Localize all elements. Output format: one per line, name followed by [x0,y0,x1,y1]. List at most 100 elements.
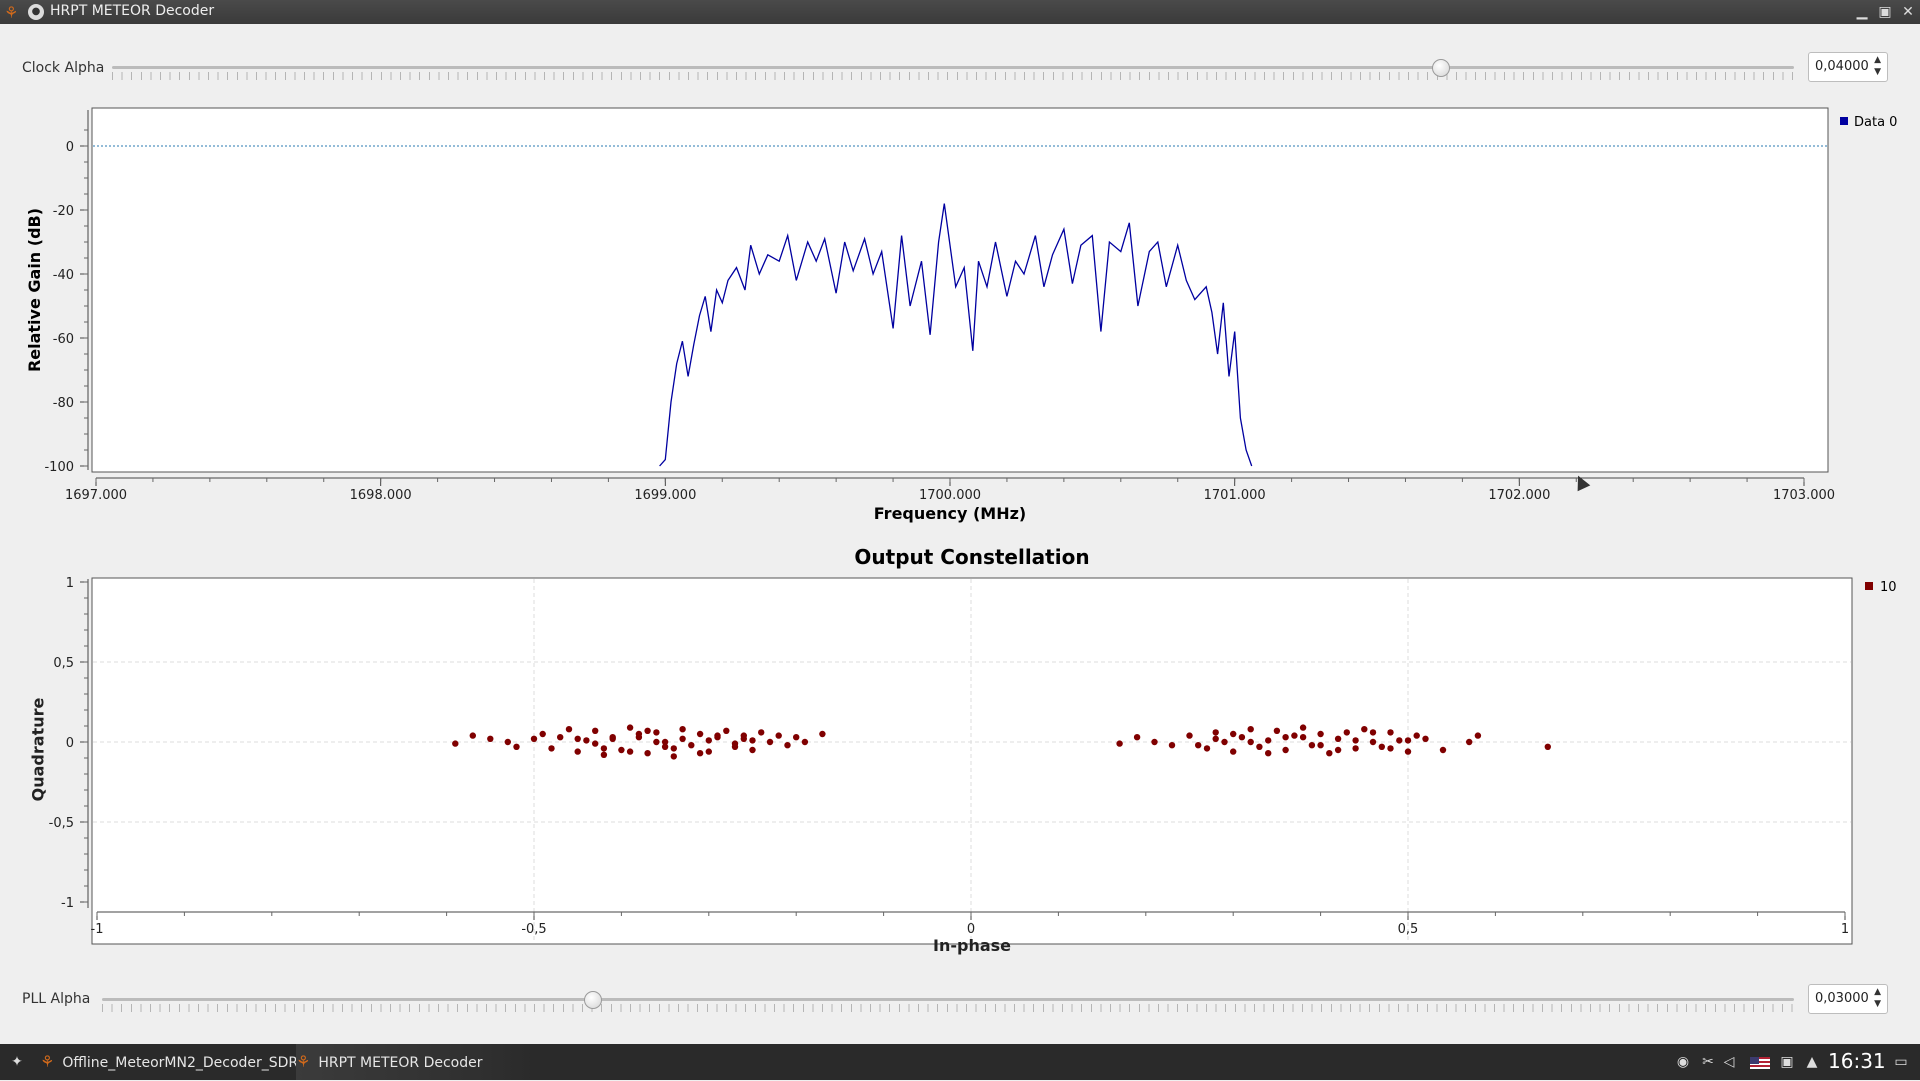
minimize-icon[interactable]: ▁ [1852,2,1872,22]
legend-label-data0[interactable]: Data 0 [1854,115,1897,130]
taskbar-clock[interactable]: 16:31 [1828,1049,1886,1073]
show-desktop-icon[interactable]: ▭ [1892,1053,1910,1071]
constellation-point [1151,738,1158,746]
app-launcher-icon[interactable]: ✦ [8,1053,26,1071]
tray-expand-icon[interactable]: ▲ [1803,1053,1821,1071]
constellation-point [1404,748,1412,755]
constellation-y-tick-label: 0,5 [53,656,74,671]
constellation-point [784,742,791,749]
constellation-point [1195,742,1202,749]
constellation-point [1334,735,1342,742]
constellation-point [723,727,730,734]
clipboard-scissors-icon[interactable]: ✂ [1699,1053,1717,1071]
constellation-point [1168,742,1176,749]
window-menu-icon[interactable]: ● [28,4,44,20]
task-hrpt-decoder[interactable]: ⚘ HRPT METEOR Decoder [296,1044,536,1080]
spectrum-y-tick-label: -40 [53,268,74,283]
constellation-point [714,732,721,739]
frequency-spectrum-plot[interactable]: 0 -20 -40 -60 -80 -100 1697.000 1698.000 1699.00… [0,96,1920,536]
close-icon[interactable]: ✕ [1898,2,1918,22]
spectrum-x-tick-label: 1703.000 [1773,488,1835,503]
constellation-point [592,727,599,734]
constellation-y-tick-label: -0,5 [49,816,74,831]
spectrum-x-tick-label: 1699.000 [634,488,696,503]
constellation-point [1282,734,1289,741]
constellation-point [1203,745,1211,752]
constellation-point [1247,726,1254,733]
constellation-point [1343,729,1351,736]
pll-alpha-value: 0,03000 [1815,991,1869,1006]
constellation-point [1186,732,1193,739]
clock-alpha-spinbox[interactable]: 0,04000 ▲ ▼ [1808,52,1888,82]
clock-alpha-slider-handle[interactable] [1431,59,1450,77]
constellation-point [1404,737,1412,744]
constellation-point [513,743,520,750]
pll-alpha-slider-ticks [102,1004,1794,1012]
constellation-point [1387,729,1394,736]
taskbar: ✦ ⚘ Offline_MeteorMN2_Decoder_SDR... ⚘ HRP… [0,1044,1920,1080]
constellation-point [539,730,546,738]
constellation-point [1299,724,1307,731]
spin-arrows-icon[interactable]: ▲ ▼ [1874,54,1881,78]
legend-label-10[interactable]: 10 [1880,580,1897,595]
constellation-point [670,753,677,760]
constellation-point [1387,745,1394,752]
constellation-title: Output Constellation [854,545,1089,569]
spectrum-x-tick-label: 1698.000 [350,488,412,503]
constellation-point [1474,732,1482,739]
constellation-point [1369,729,1377,736]
spectrum-x-axis-label: Frequency (MHz) [874,504,1026,523]
spectrum-x-tick-label: 1702.000 [1488,488,1550,503]
clock-alpha-slider-track[interactable] [112,66,1794,69]
constellation-point [696,750,704,757]
maximize-icon[interactable]: ▣ [1875,2,1895,22]
constellation-point [1247,738,1254,746]
constellation-point [775,732,782,739]
constellation-point [1256,743,1263,750]
keyboard-layout-flag-icon[interactable] [1750,1057,1770,1069]
network-status-icon[interactable]: ◉ [1674,1053,1692,1071]
constellation-point [670,745,677,752]
constellation-x-tick-label: 1 [1841,922,1849,937]
constellation-point [793,734,800,741]
constellation-point [1326,750,1333,757]
pll-alpha-slider-handle[interactable] [583,991,602,1009]
window-titlebar: ⚘ ● HRPT METEOR Decoder ▁ ▣ ✕ [0,0,1920,24]
constellation-point [574,748,581,755]
constellation-point [1299,734,1307,741]
constellation-point [1308,742,1316,749]
constellation-y-tick-label: 1 [66,576,74,591]
constellation-point [819,730,826,738]
legend-swatch-10 [1865,582,1873,590]
constellation-y-axis-label: Quadrature [28,697,48,802]
constellation-point [653,738,660,746]
constellation-point [1212,729,1219,736]
constellation-point [1466,738,1473,746]
spectrum-x-tick-label: 1701.000 [1204,488,1266,503]
constellation-point [1369,738,1377,746]
constellation-y-tick-label: 0 [66,736,74,751]
constellation-point [1265,750,1272,757]
constellation-point [749,746,756,754]
spin-arrows-icon[interactable]: ▲ ▼ [1874,986,1881,1010]
pll-alpha-spinbox[interactable]: 0,03000 ▲ ▼ [1808,984,1888,1014]
constellation-point [1116,740,1123,747]
task-label: Offline_MeteorMN2_Decoder_SDR... [62,1055,312,1071]
volume-icon[interactable]: ◁ [1720,1053,1738,1071]
display-icon[interactable]: ▣ [1778,1053,1796,1071]
spectrum-y-tick-label: -80 [53,396,74,411]
constellation-point [1317,742,1324,749]
constellation-point [635,730,643,738]
constellation-point [1317,730,1324,738]
constellation-canvas [91,577,1853,945]
task-offline-decoder[interactable]: ⚘ Offline_MeteorMN2_Decoder_SDR... [40,1044,311,1080]
constellation-point [626,724,634,731]
output-constellation-plot[interactable]: Output Constellation 1 0,5 0 -0,5 -1 -1 -0,5 0 0… [0,536,1920,956]
constellation-point [1133,734,1141,741]
pll-alpha-slider-track[interactable] [102,998,1794,1001]
constellation-point [1396,737,1403,744]
constellation-point [1265,737,1272,744]
constellation-point [1352,745,1359,752]
constellation-point [644,750,651,757]
constellation-x-tick-label: 0 [967,922,975,937]
